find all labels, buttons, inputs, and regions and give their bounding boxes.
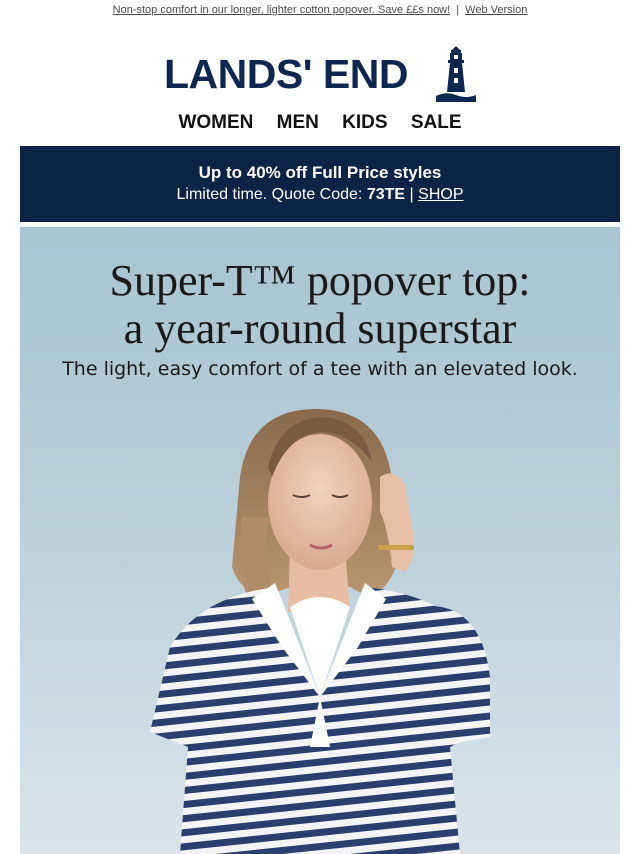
promo-details: Limited time. Quote Code: 73TE | SHOP bbox=[20, 186, 620, 204]
nav-kids[interactable]: KIDS bbox=[342, 112, 387, 133]
hero-title-line1: Super-T™ popover top: bbox=[109, 256, 531, 305]
hero-banner[interactable]: Super-T™ popover top: a year-round super… bbox=[20, 227, 620, 854]
nav-sale[interactable]: SALE bbox=[411, 112, 462, 133]
promo-code-label: Limited time. Quote Code: bbox=[176, 186, 363, 203]
web-version-link[interactable]: Web Version bbox=[465, 4, 527, 16]
nav-women[interactable]: WOMEN bbox=[178, 112, 253, 133]
promo-banner[interactable]: Up to 40% off Full Price styles Limited … bbox=[20, 146, 620, 222]
preheader-link[interactable]: Non-stop comfort in our longer, lighter … bbox=[113, 4, 451, 16]
hero-title: Super-T™ popover top: a year-round super… bbox=[20, 257, 620, 353]
hero-subtitle: The light, easy comfort of a tee with an… bbox=[62, 358, 578, 380]
lighthouse-icon bbox=[436, 46, 476, 102]
nav-men[interactable]: MEN bbox=[277, 112, 319, 133]
shop-link[interactable]: SHOP bbox=[418, 186, 463, 203]
hero-title-line2: a year-round superstar bbox=[123, 304, 517, 353]
promo-code: 73TE bbox=[366, 186, 406, 203]
promo-headline: Up to 40% off Full Price styles bbox=[198, 163, 442, 182]
logo-wordmark: LANDS' END bbox=[164, 50, 408, 97]
brand-logo[interactable]: LANDS' END bbox=[164, 46, 476, 102]
promo-separator: | bbox=[409, 186, 414, 203]
preheader-separator: | bbox=[456, 4, 460, 16]
preheader: Non-stop comfort in our longer, lighter … bbox=[0, 4, 640, 16]
main-nav: WOMEN MEN KIDS SALE bbox=[0, 112, 640, 134]
